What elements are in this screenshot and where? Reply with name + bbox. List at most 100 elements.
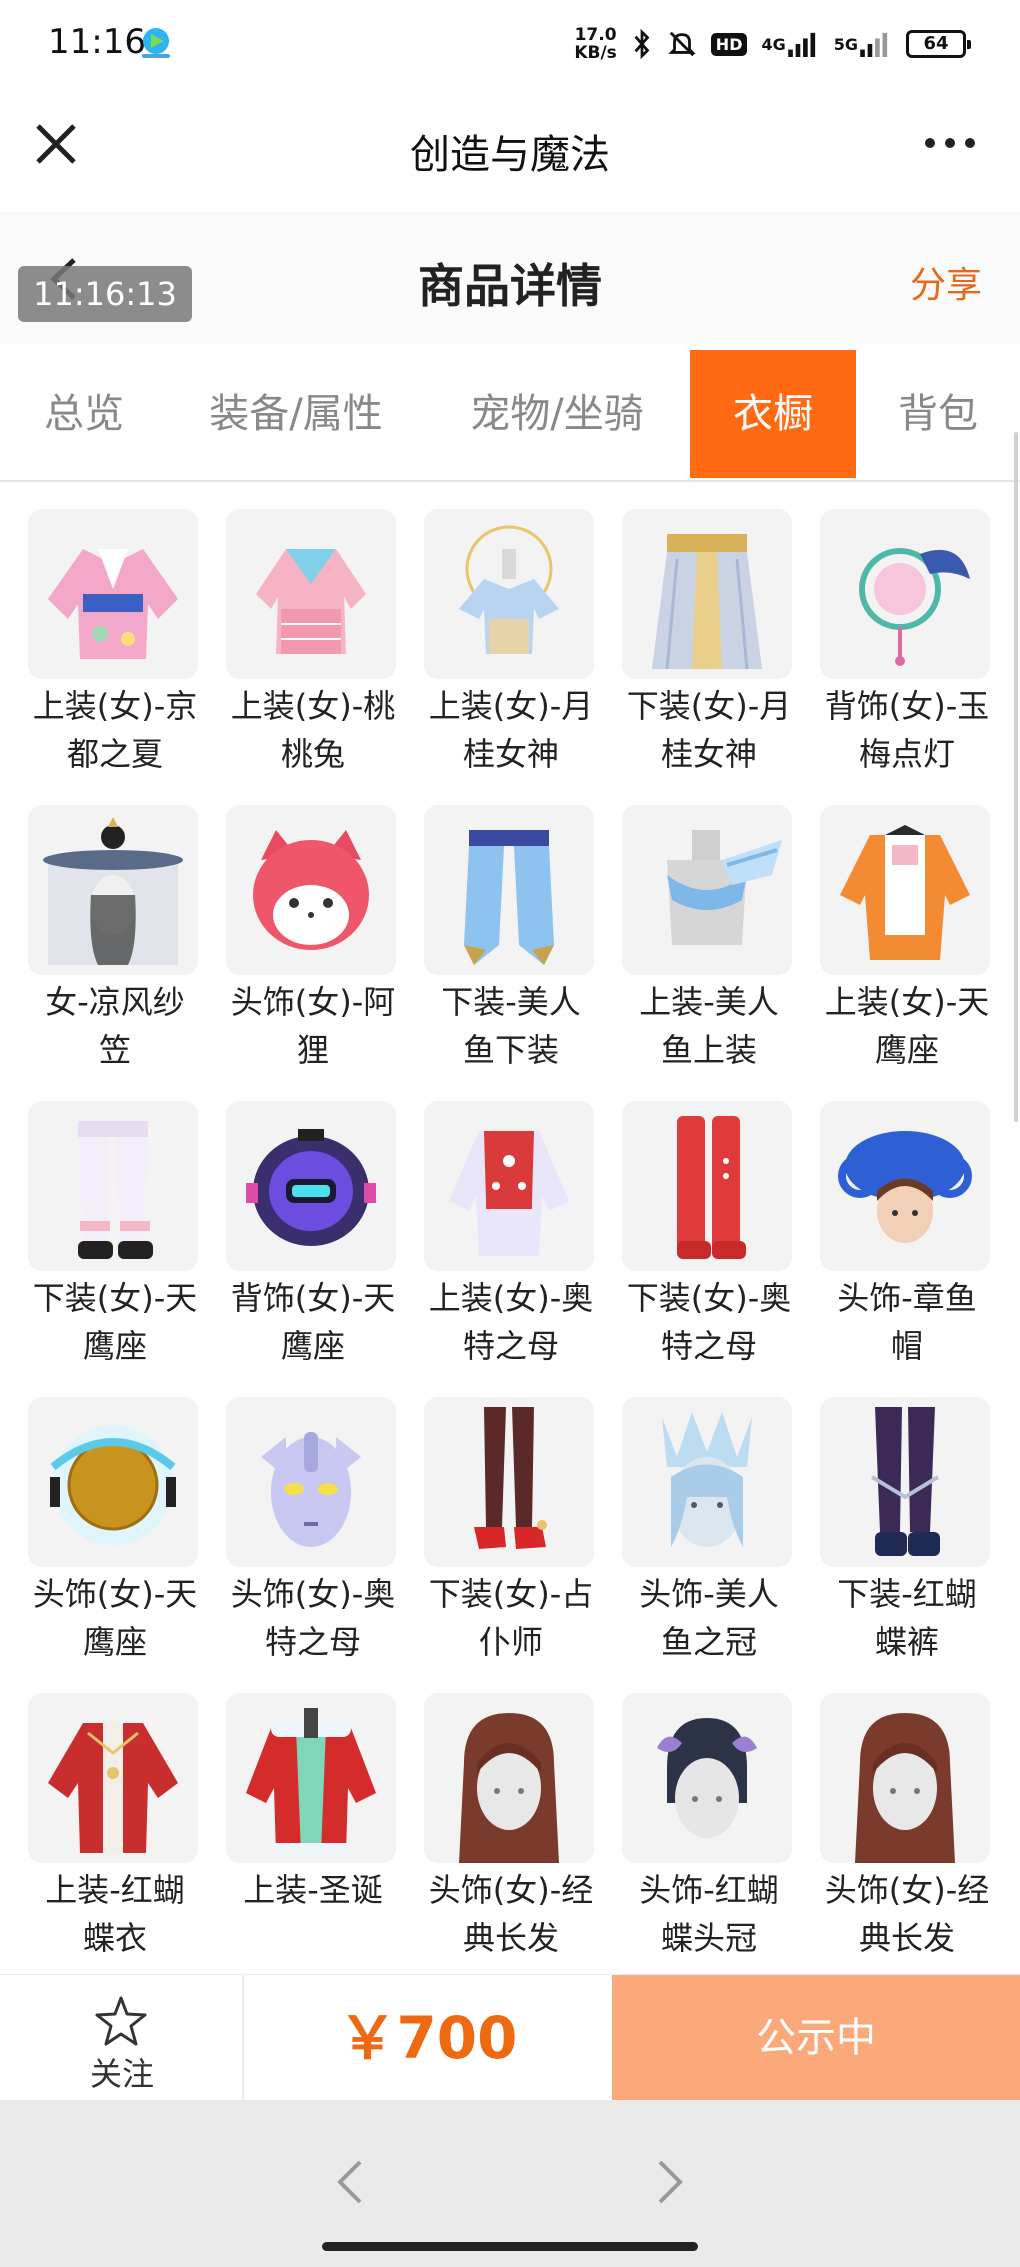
hd-badge: HD <box>710 32 748 56</box>
aquila-helmet-icon <box>28 1397 198 1567</box>
nav-back-icon[interactable] <box>330 2156 370 2208</box>
page-header: 11:16:13 商品详情 分享 <box>0 212 1020 344</box>
item-name: 下装(女)-天 鹰座 <box>32 1279 198 1365</box>
pink-dress-top-icon <box>226 509 396 679</box>
item-name: 上装-红蝴 蝶衣 <box>45 1871 185 1957</box>
nav-forward-icon[interactable] <box>650 2156 690 2208</box>
more-options-icon[interactable] <box>920 128 980 158</box>
net-speed: 17.0 KB/s <box>574 25 617 63</box>
wardrobe-item[interactable]: 下装(女)-月 桂女神 <box>614 482 804 773</box>
christmas-top-icon <box>226 1693 396 1863</box>
ultra-mask-icon <box>226 1397 396 1567</box>
mermaid-crown-icon <box>622 1397 792 1567</box>
item-name: 头饰(女)-经 典长发 <box>428 1871 594 1957</box>
wardrobe-item[interactable]: 女-凉风纱笠 <box>20 778 210 1069</box>
wardrobe-item[interactable]: 头饰(女)-天 鹰座 <box>20 1370 210 1661</box>
mermaid-bottom-icon <box>424 805 594 975</box>
tab-pets-mounts[interactable]: 宠物/坐骑 <box>424 350 690 478</box>
wardrobe-item[interactable]: 上装(女)-桃 桃兔 <box>218 482 408 773</box>
tab-bar: 总览 装备/属性 宠物/坐骑 衣橱 背包 <box>0 350 1020 482</box>
wardrobe-item[interactable]: 上装(女)-京 都之夏 <box>20 482 210 773</box>
publicity-status-button[interactable]: 公示中 <box>612 1975 1020 2101</box>
wardrobe-item[interactable]: 上装-圣诞 <box>218 1666 408 1956</box>
wardrobe-item[interactable]: 上装-红蝴 蝶衣 <box>20 1666 210 1957</box>
wardrobe-item[interactable]: 头饰-美人 鱼之冠 <box>614 1370 804 1661</box>
star-icon <box>94 1995 148 2047</box>
status-bar: 11:16 17.0 KB/s HD 4G 5G 64 <box>0 0 1020 86</box>
wardrobe-item[interactable]: 头饰(女)-奥 特之母 <box>218 1370 408 1661</box>
item-name: 上装-圣诞 <box>243 1871 383 1909</box>
share-button[interactable]: 分享 <box>910 256 982 308</box>
item-name: 上装(女)-奥 特之母 <box>428 1279 594 1365</box>
wardrobe-item[interactable]: 背饰(女)-玉 梅点灯 <box>812 482 1002 773</box>
butterfly-top-icon <box>28 1693 198 1863</box>
item-name: 下装(女)-月 桂女神 <box>626 687 792 773</box>
item-name: 头饰-红蝴 蝶头冠 <box>639 1871 779 1957</box>
item-name: 上装(女)-天 鹰座 <box>824 983 990 1069</box>
item-name: 头饰(女)-阿狸 <box>230 983 396 1069</box>
long-hair-icon <box>820 1693 990 1863</box>
tab-backpack[interactable]: 背包 <box>856 350 1020 478</box>
browser-nav-bar <box>0 2100 1020 2267</box>
price: ￥700 <box>338 2004 518 2072</box>
octopus-hat-icon <box>820 1101 990 1271</box>
item-name: 头饰(女)-经 典长发 <box>824 1871 990 1957</box>
page-title: 商品详情 <box>418 259 602 313</box>
mermaid-top-icon <box>622 805 792 975</box>
item-name: 上装(女)-京 都之夏 <box>32 687 198 773</box>
wardrobe-item[interactable]: 头饰(女)-阿狸 <box>218 778 408 1069</box>
veil-hat-icon <box>28 805 198 975</box>
wardrobe-item[interactable]: 上装-美人 鱼上装 <box>614 778 804 1069</box>
signal-4g-icon: 4G <box>761 31 819 57</box>
status-indicators: 17.0 KB/s HD 4G 5G 64 <box>574 24 971 64</box>
wardrobe-item[interactable]: 下装(女)-奥 特之母 <box>614 1074 804 1365</box>
item-name: 头饰-美人 鱼之冠 <box>639 1575 779 1661</box>
wardrobe-item[interactable]: 下装(女)-占 仆师 <box>416 1370 606 1661</box>
action-bar: 关注 ￥700 公示中 <box>0 1974 1020 2101</box>
item-name: 头饰(女)-奥 特之母 <box>230 1575 396 1661</box>
wardrobe-item[interactable]: 上装(女)-月 桂女神 <box>416 482 606 773</box>
item-name: 上装-美人 鱼上装 <box>639 983 779 1069</box>
bluetooth-icon <box>631 28 653 60</box>
aquila-top-icon <box>820 805 990 975</box>
wardrobe-grid: 上装(女)-京 都之夏 上装(女)-桃 桃兔 上装(女)-月 桂女神 下装(女)-月桂… <box>0 482 1020 1974</box>
video-app-icon <box>138 26 174 60</box>
item-name: 下装-红蝴 蝶裤 <box>837 1575 977 1661</box>
tab-overview[interactable]: 总览 <box>0 350 168 478</box>
wardrobe-item[interactable]: 上装(女)-奥 特之母 <box>416 1074 606 1365</box>
wardrobe-item[interactable]: 背饰(女)-天 鹰座 <box>218 1074 408 1365</box>
tab-equipment[interactable]: 装备/属性 <box>168 350 424 478</box>
battery-icon: 64 <box>906 30 971 58</box>
aquila-pants-icon <box>28 1101 198 1271</box>
follow-label: 关注 <box>89 2055 154 2093</box>
follow-button[interactable]: 关注 <box>0 1975 244 2101</box>
kimono-top-icon <box>28 509 198 679</box>
ultra-top-icon <box>424 1101 594 1271</box>
wardrobe-item[interactable]: 头饰(女)-经 典长发 <box>812 1666 1002 1957</box>
item-name: 下装-美人 鱼下装 <box>441 983 581 1069</box>
fox-head-icon <box>226 805 396 975</box>
signal-5g-icon: 5G <box>834 31 892 57</box>
item-name: 上装(女)-桃 桃兔 <box>230 687 396 773</box>
wardrobe-item[interactable]: 头饰-章鱼帽 <box>812 1074 1002 1365</box>
butterfly-crown-icon <box>622 1693 792 1863</box>
wardrobe-item[interactable]: 头饰-红蝴 蝶头冠 <box>614 1666 804 1957</box>
wardrobe-item[interactable]: 下装(女)-天 鹰座 <box>20 1074 210 1365</box>
wardrobe-item[interactable]: 下装-红蝴 蝶裤 <box>812 1370 1002 1661</box>
lantern-back-icon <box>820 509 990 679</box>
home-indicator[interactable] <box>322 2242 698 2251</box>
item-name: 背饰(女)-天 鹰座 <box>230 1279 396 1365</box>
goddess-top-icon <box>424 509 594 679</box>
status-time: 11:16 <box>48 22 146 62</box>
tab-wardrobe[interactable]: 衣橱 <box>690 350 856 478</box>
item-name: 上装(女)-月 桂女神 <box>428 687 594 773</box>
item-name: 头饰(女)-天 鹰座 <box>32 1575 198 1661</box>
goddess-skirt-icon <box>622 509 792 679</box>
app-title: 创造与魔法 <box>410 132 610 178</box>
wardrobe-item[interactable]: 下装-美人 鱼下装 <box>416 778 606 1069</box>
wardrobe-item[interactable]: 上装(女)-天 鹰座 <box>812 778 1002 1069</box>
wardrobe-item[interactable]: 头饰(女)-经 典长发 <box>416 1666 606 1957</box>
red-heels-icon <box>424 1397 594 1567</box>
aquila-back-icon <box>226 1101 396 1271</box>
item-name: 下装(女)-占 仆师 <box>428 1575 594 1661</box>
